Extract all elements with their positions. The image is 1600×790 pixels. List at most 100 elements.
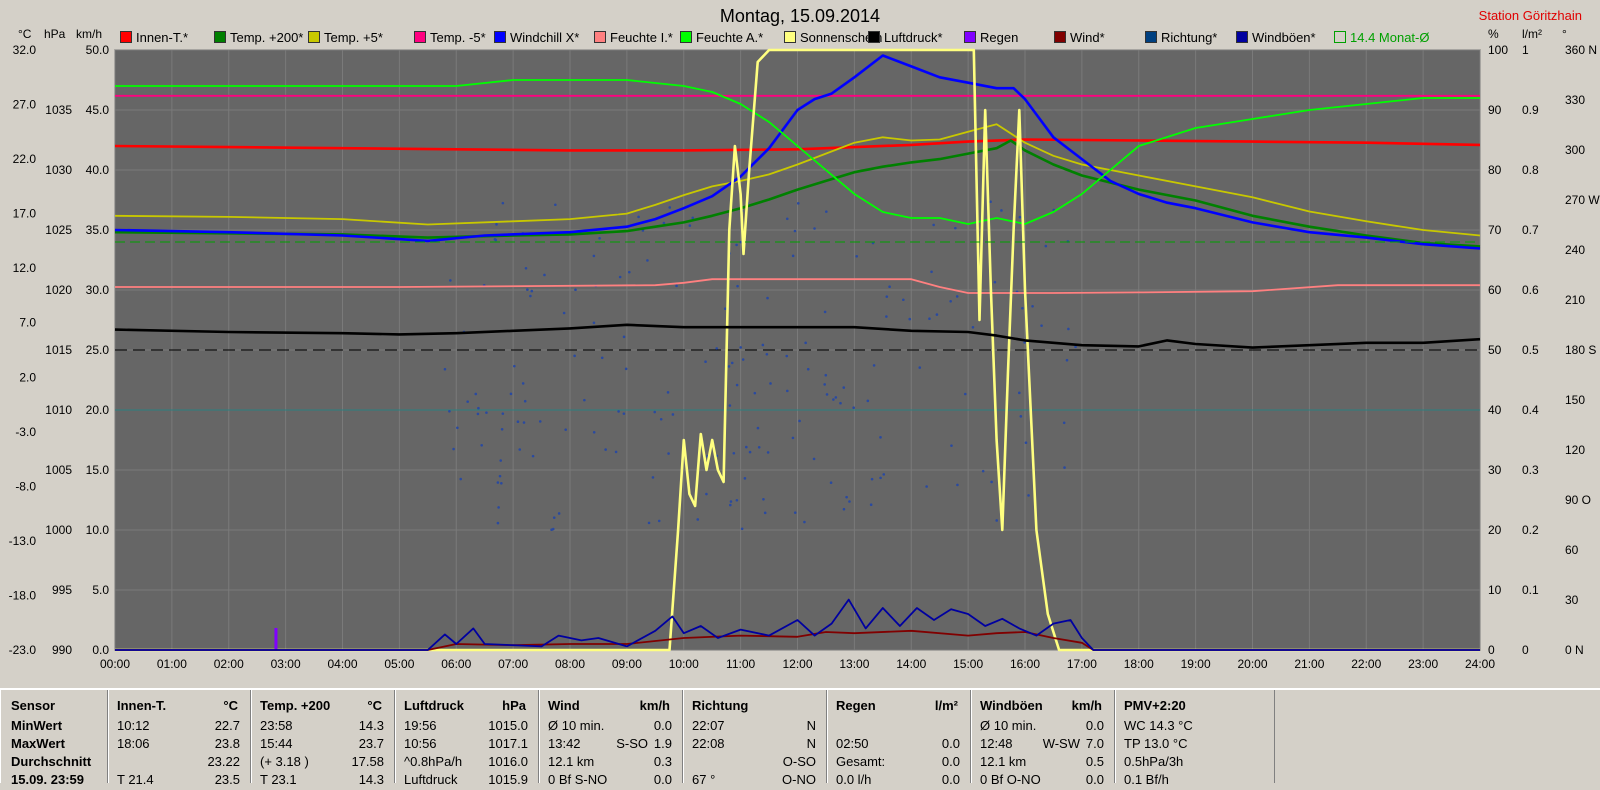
direction-point bbox=[723, 307, 727, 311]
direction-point bbox=[990, 480, 993, 484]
direction-point bbox=[798, 419, 801, 423]
direction-point bbox=[842, 386, 846, 389]
direction-point bbox=[757, 445, 761, 449]
stats-row: 22:07 N bbox=[692, 718, 816, 736]
stats-cell-value: O-SO bbox=[782, 754, 816, 769]
direction-point bbox=[543, 273, 546, 277]
direction-point bbox=[756, 426, 760, 430]
direction-point bbox=[993, 280, 997, 284]
stats-column-title: Wind bbox=[548, 698, 580, 713]
stats-cell-time: 12.1 km bbox=[548, 754, 595, 769]
direction-point bbox=[791, 436, 795, 440]
stats-row: 13:42 S-SO 1.9 bbox=[548, 736, 672, 754]
direction-point bbox=[829, 481, 833, 484]
direction-point bbox=[592, 321, 596, 325]
tick-label-time: 14:00 bbox=[896, 657, 926, 671]
stats-cell-time: Ø 10 min. bbox=[980, 718, 1037, 733]
tick-label-temp: -18.0 bbox=[9, 588, 37, 602]
stats-cell-time: ^0.8hPa/h bbox=[404, 754, 463, 769]
direction-point bbox=[501, 412, 505, 415]
direction-point bbox=[497, 506, 500, 509]
tick-label-direction: 0 N bbox=[1565, 643, 1584, 657]
stats-row: O-SO bbox=[692, 754, 816, 772]
tick-label-time: 10:00 bbox=[669, 657, 699, 671]
tick-label-time: 04:00 bbox=[327, 657, 357, 671]
direction-point bbox=[1019, 415, 1023, 418]
tick-label-humidity: 0 bbox=[1488, 643, 1495, 657]
tick-label-time: 22:00 bbox=[1351, 657, 1381, 671]
direction-point bbox=[688, 224, 692, 227]
stats-cell-value: O-NO bbox=[782, 772, 816, 787]
stats-cell-value: 0.0 bbox=[941, 736, 960, 751]
direction-point bbox=[529, 294, 532, 298]
stats-cell-value: 23.5 bbox=[214, 772, 240, 787]
direction-point bbox=[1027, 494, 1030, 497]
tick-label-time: 20:00 bbox=[1237, 657, 1267, 671]
direction-point bbox=[872, 364, 876, 367]
direction-point bbox=[855, 254, 858, 258]
direction-point bbox=[667, 452, 670, 455]
tick-label-temp: 22.0 bbox=[13, 152, 37, 166]
tick-label-rain: 0.2 bbox=[1522, 523, 1539, 537]
row-label-sensor: Sensor bbox=[11, 698, 56, 713]
direction-point bbox=[651, 476, 655, 479]
tick-label-humidity: 50 bbox=[1488, 343, 1502, 357]
stats-cell-value: 0.0 bbox=[1085, 772, 1104, 787]
direction-point bbox=[825, 393, 829, 396]
stats-cell-time: 12.1 km bbox=[980, 754, 1027, 769]
tick-label-direction: 270 W bbox=[1565, 193, 1600, 207]
tick-label-time: 18:00 bbox=[1124, 657, 1154, 671]
direction-point bbox=[637, 215, 640, 219]
direction-point bbox=[443, 367, 447, 371]
tick-label-pressure: 1025 bbox=[45, 223, 72, 237]
tick-label-speed: 15.0 bbox=[86, 463, 110, 477]
row-label-avg: Durchschnitt bbox=[11, 754, 92, 769]
tick-label-pressure: 995 bbox=[52, 583, 72, 597]
tick-label-rain: 0.6 bbox=[1522, 283, 1539, 297]
direction-point bbox=[885, 295, 889, 298]
direction-point bbox=[574, 288, 577, 292]
tick-label-time: 00:00 bbox=[100, 657, 130, 671]
rain-bar bbox=[274, 628, 278, 650]
direction-point bbox=[932, 223, 935, 227]
direction-point bbox=[1031, 304, 1034, 308]
tick-label-time: 17:00 bbox=[1067, 657, 1097, 671]
stats-column: Wind km/h Ø 10 min. 0.0 13:42 S-SO 1.9 12.1 km 0… bbox=[539, 690, 683, 787]
stats-row: 10:56 1017.1 bbox=[404, 736, 528, 754]
direction-point bbox=[600, 356, 604, 360]
row-label-min: MinWert bbox=[11, 718, 63, 733]
stats-column: Richtung 22:07 N 22:08 N O-SO 67 ° O-NO bbox=[683, 690, 827, 787]
tick-label-temp: -8.0 bbox=[15, 479, 36, 493]
stats-cell-time: TP 13.0 °C bbox=[1124, 736, 1188, 751]
direction-point bbox=[1021, 306, 1024, 310]
direction-point bbox=[848, 500, 851, 503]
direction-point bbox=[765, 352, 769, 356]
tick-label-direction: 210 bbox=[1565, 293, 1585, 307]
stats-row: 19:56 1015.0 bbox=[404, 718, 528, 736]
stats-row: 15:44 23.7 bbox=[260, 736, 384, 754]
direction-point bbox=[557, 512, 561, 515]
stats-cell-time: 0 Bf O-NO bbox=[980, 772, 1041, 787]
direction-point bbox=[653, 410, 657, 414]
tick-label-time: 05:00 bbox=[384, 657, 414, 671]
direction-point bbox=[671, 413, 675, 416]
stats-column: Luftdruck hPa 19:56 1015.0 10:56 1017.1 ^0.8hP… bbox=[395, 690, 539, 787]
tick-label-pressure: 1000 bbox=[45, 523, 72, 537]
direction-point bbox=[870, 477, 874, 481]
direction-point bbox=[622, 412, 626, 415]
stats-row: 67 ° O-NO bbox=[692, 772, 816, 790]
stats-row: 0.5hPa/3h bbox=[1124, 754, 1264, 772]
stats-cell-value: 1016.0 bbox=[488, 754, 528, 769]
direction-point bbox=[551, 527, 555, 531]
direction-point bbox=[523, 399, 527, 403]
direction-point bbox=[622, 335, 626, 339]
stats-cell-value: 22.7 bbox=[214, 718, 240, 733]
direction-point bbox=[902, 298, 905, 302]
stats-cell-value: N bbox=[806, 736, 816, 751]
direction-point bbox=[762, 497, 765, 501]
direction-point bbox=[866, 399, 870, 403]
tick-label-temp: 2.0 bbox=[19, 370, 36, 384]
tick-label-humidity: 10 bbox=[1488, 583, 1502, 597]
stats-cell-time: 0.1 Bf/h bbox=[1124, 772, 1169, 787]
stats-cell-value: 23.8 bbox=[214, 736, 240, 751]
